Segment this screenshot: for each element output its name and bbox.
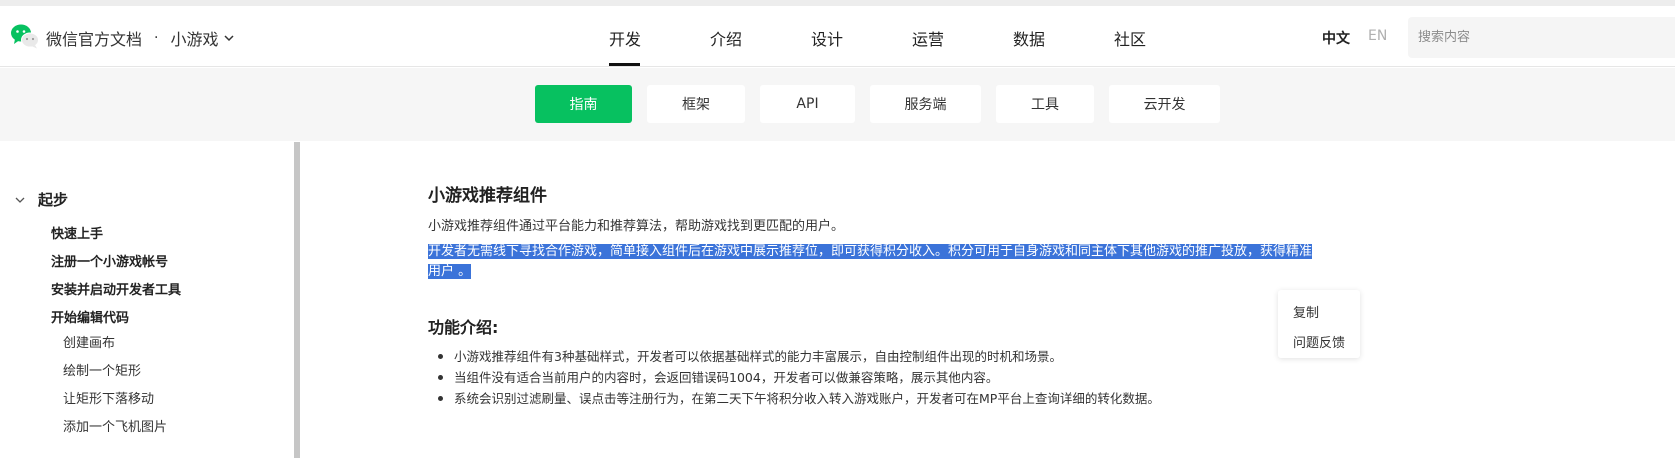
page-title: 小游戏推荐组件 bbox=[428, 186, 547, 206]
brand-title[interactable]: 微信官方文档 bbox=[46, 26, 142, 50]
sidebar-item-draw-rect[interactable]: 绘制一个矩形 bbox=[63, 360, 141, 379]
wechat-logo-icon[interactable] bbox=[10, 23, 40, 49]
nav-item-operations[interactable]: 运营 bbox=[912, 26, 944, 50]
sidebar-item-register-account[interactable]: 注册一个小游戏帐号 bbox=[51, 251, 168, 270]
list-item: 当组件没有适合当前用户的内容时，会返回错误码1004，开发者可以做兼容策略，展示… bbox=[438, 367, 1160, 388]
subnav-tab-server[interactable]: 服务端 bbox=[870, 85, 981, 123]
section-title: 功能介绍: bbox=[428, 318, 499, 337]
nav-item-intro[interactable]: 介绍 bbox=[710, 26, 742, 50]
sidebar-group-getting-started[interactable]: 起步 bbox=[14, 189, 68, 210]
subnav-tab-cloud[interactable]: 云开发 bbox=[1109, 85, 1220, 123]
brand-separator: · bbox=[154, 30, 159, 46]
context-menu-feedback[interactable]: 问题反馈 bbox=[1293, 332, 1345, 351]
sidebar-item-quick-start[interactable]: 快速上手 bbox=[51, 223, 103, 242]
nav-active-indicator bbox=[609, 63, 640, 66]
sidebar-item-add-plane[interactable]: 添加一个飞机图片 bbox=[63, 416, 167, 435]
product-switcher-label[interactable]: 小游戏 bbox=[170, 26, 218, 50]
subnav-tab-tools[interactable]: 工具 bbox=[996, 85, 1094, 123]
sidebar-item-create-canvas[interactable]: 创建画布 bbox=[63, 332, 115, 351]
sidebar-item-install-devtools[interactable]: 安装并启动开发者工具 bbox=[51, 279, 181, 298]
nav-item-community[interactable]: 社区 bbox=[1114, 26, 1146, 50]
nav-item-develop[interactable]: 开发 bbox=[609, 26, 641, 50]
feature-list: 小游戏推荐组件有3种基础样式，开发者可以依据基础样式的能力丰富展示，自由控制组件… bbox=[438, 346, 1160, 409]
subnav-tab-api[interactable]: API bbox=[760, 85, 855, 123]
sub-nav: 指南 框架 API 服务端 工具 云开发 bbox=[0, 68, 1675, 141]
context-menu: 复制 问题反馈 bbox=[1278, 290, 1360, 358]
chevron-down-icon[interactable] bbox=[223, 32, 235, 44]
selected-paragraph[interactable]: 开发者无需线下寻找合作游戏，简单接入组件后在游戏中展示推荐位，即可获得积分收入。… bbox=[428, 242, 1328, 282]
selected-text-line-2: 用户 。 bbox=[428, 264, 472, 279]
selected-text-line-1: 开发者无需线下寻找合作游戏，简单接入组件后在游戏中展示推荐位，即可获得积分收入。… bbox=[428, 244, 1313, 259]
sidebar-item-move-rect[interactable]: 让矩形下落移动 bbox=[63, 388, 154, 407]
lang-en-link[interactable]: EN bbox=[1368, 28, 1387, 44]
site-header: 微信官方文档 · 小游戏 开发 介绍 设计 运营 数据 社区 中文 EN bbox=[0, 6, 1675, 67]
lang-zh-link[interactable]: 中文 bbox=[1322, 28, 1350, 48]
subnav-tab-guide[interactable]: 指南 bbox=[535, 85, 632, 123]
brand: 微信官方文档 · 小游戏 bbox=[46, 26, 235, 50]
list-item: 小游戏推荐组件有3种基础样式，开发者可以依据基础样式的能力丰富展示，自由控制组件… bbox=[438, 346, 1160, 367]
sidebar-item-start-editing[interactable]: 开始编辑代码 bbox=[51, 307, 129, 326]
subnav-tab-framework[interactable]: 框架 bbox=[647, 85, 745, 123]
nav-item-data[interactable]: 数据 bbox=[1013, 26, 1045, 50]
search-input[interactable] bbox=[1408, 17, 1675, 58]
nav-item-design[interactable]: 设计 bbox=[811, 26, 843, 50]
chevron-down-icon[interactable] bbox=[14, 194, 26, 206]
list-item: 系统会识别过滤刷量、误点击等注册行为，在第二天下午将积分收入转入游戏账户，开发者… bbox=[438, 388, 1160, 409]
sidebar-group-label: 起步 bbox=[38, 191, 69, 209]
context-menu-copy[interactable]: 复制 bbox=[1293, 302, 1319, 321]
intro-paragraph: 小游戏推荐组件通过平台能力和推荐算法，帮助游戏找到更匹配的用户。 bbox=[428, 219, 845, 234]
